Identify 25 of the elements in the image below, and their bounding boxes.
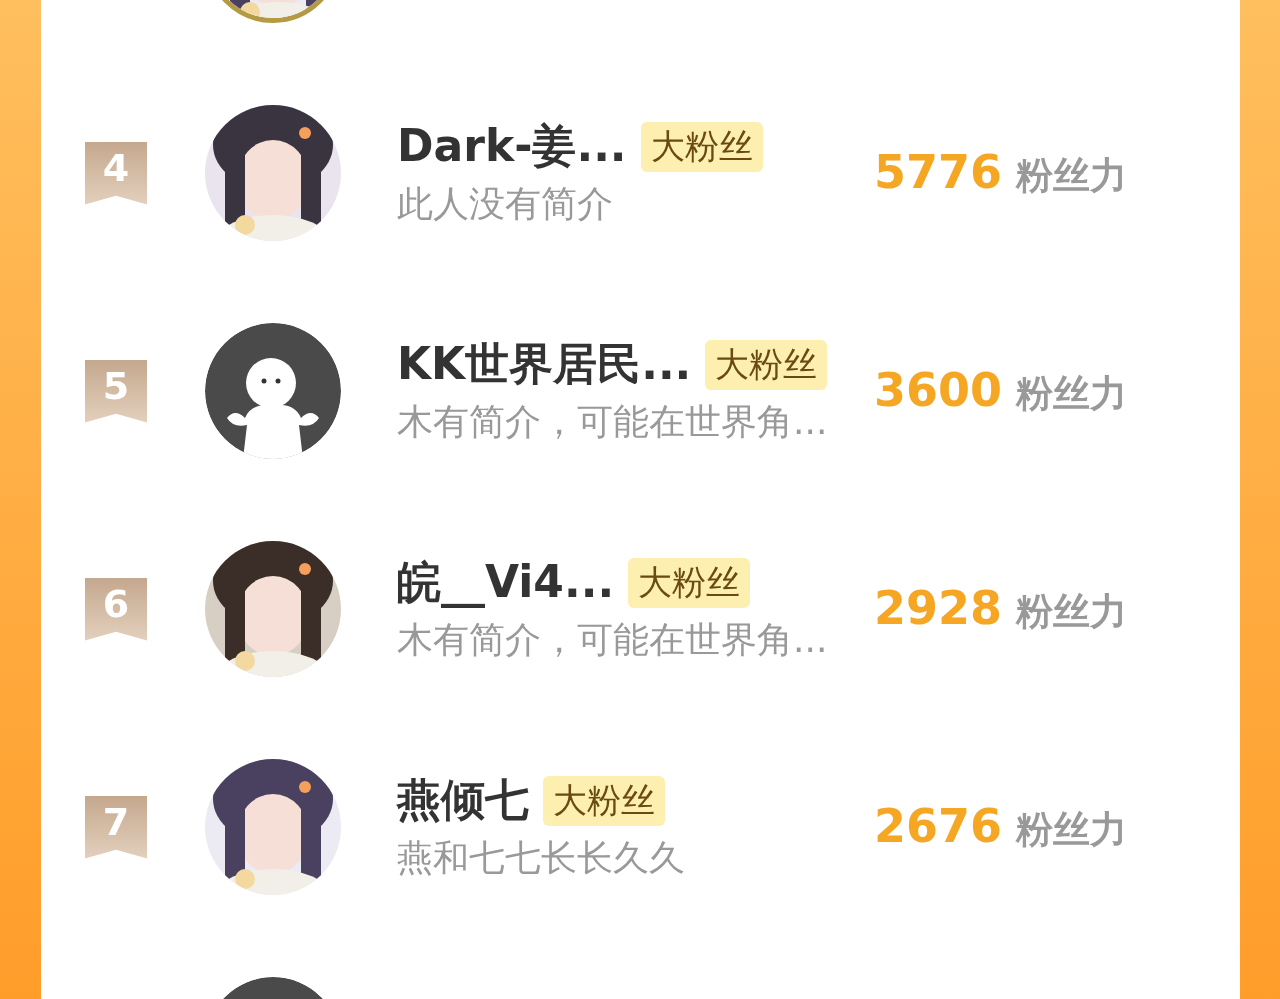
user-name: 皖__Vi4... [397, 555, 615, 610]
fan-level-tag: 大粉丝 [640, 121, 763, 172]
score-unit: 粉丝力 [1016, 371, 1128, 417]
user-bio: 燕和七七长长久久 [397, 836, 686, 880]
fan-score: 5776 [874, 145, 1003, 199]
user-bio: 此人没有简介 [397, 182, 614, 226]
fan-level-tag: 大粉丝 [628, 557, 751, 608]
score-unit: 粉丝力 [1016, 153, 1128, 199]
user-bio: 木有简介，可能在世界角... [397, 400, 829, 444]
user-name: 燕倾七 [397, 773, 529, 827]
score-unit: 粉丝力 [1016, 589, 1128, 635]
rank-badge: 6 [85, 577, 147, 641]
fan-score: 2928 [874, 581, 1003, 635]
fan-level-tag: 大粉丝 [705, 339, 828, 390]
score-unit: 粉丝力 [1016, 807, 1128, 853]
user-name: KK世界居民... [397, 337, 692, 391]
avatar-icon [205, 323, 341, 459]
fan-level-tag: 大粉丝 [543, 775, 665, 826]
user-name: Dark-姜... [397, 119, 627, 173]
fan-score: 3600 [874, 363, 1003, 417]
rank-badge: 4 [85, 141, 147, 205]
rank-badge: 7 [85, 795, 147, 859]
fan-score: 2676 [874, 799, 1003, 853]
rank-badge: 5 [85, 359, 147, 423]
user-bio: 木有简介，可能在世界角... [397, 618, 829, 662]
